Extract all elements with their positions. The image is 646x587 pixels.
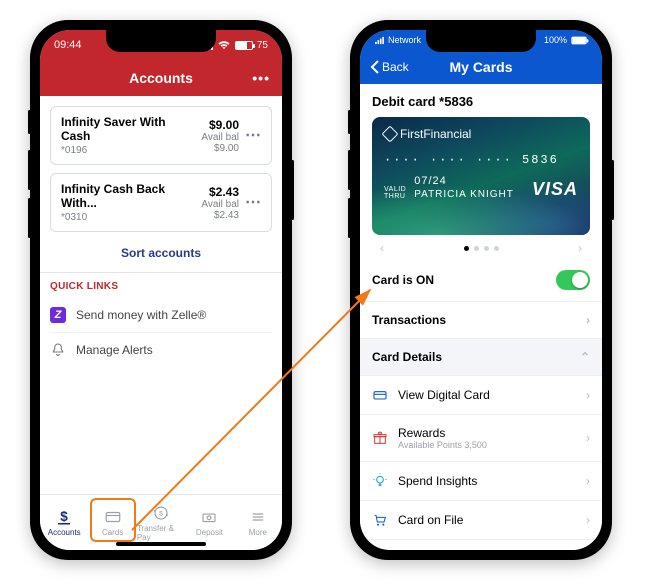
bulb-icon [372, 473, 388, 489]
visa-logo: VISA [532, 179, 578, 200]
transfer-icon: $ [151, 504, 171, 522]
pager-dots [464, 246, 499, 251]
status-time: 09:44 [54, 39, 82, 51]
menu-icon [248, 508, 268, 526]
transactions-row[interactable]: Transactions › [360, 302, 602, 339]
svg-text:$: $ [159, 510, 163, 517]
account-avail: Avail bal $2.43 [185, 199, 239, 221]
quicklink-zelle[interactable]: Z Send money with Zelle® [50, 298, 272, 333]
zelle-icon: Z [50, 307, 66, 323]
card-icon [103, 508, 123, 526]
chevron-right-icon: › [586, 513, 590, 527]
header: Back My Cards [360, 50, 602, 84]
pager-prev[interactable]: ‹ [380, 241, 384, 255]
account-row[interactable]: Infinity Saver With Cash *0196 $9.00 Ava… [50, 106, 272, 165]
tab-more[interactable]: More [234, 495, 282, 550]
signal-icon [375, 36, 384, 43]
quicklink-label: Manage Alerts [76, 343, 153, 357]
quick-links-title: QUICK LINKS [50, 281, 272, 292]
wifi-icon [217, 40, 231, 50]
svg-text:$: $ [60, 509, 68, 524]
card-title: Debit card *5836 [360, 84, 602, 117]
more-icon[interactable]: ••• [252, 70, 270, 86]
dollar-icon: $ [54, 508, 74, 526]
toggle-label: Card is ON [372, 273, 434, 287]
back-button[interactable]: Back [370, 60, 409, 74]
card-icon [372, 387, 388, 403]
account-number: *0310 [61, 212, 185, 223]
chevron-left-icon [370, 60, 380, 74]
battery-pct: 75 [257, 40, 268, 51]
chevron-right-icon: › [586, 474, 590, 488]
menu-card-on-file[interactable]: Card on File › [360, 501, 602, 540]
account-number: *0196 [61, 145, 183, 156]
carrier-label: Network [388, 35, 421, 45]
menu-rewards[interactable]: Rewards Available Points 3,500 › [360, 415, 602, 462]
card-toggle-row: Card is ON [360, 259, 602, 302]
credit-card[interactable]: FirstFinancial ···· ···· ···· 5836 VALID… [372, 117, 590, 235]
chevron-right-icon: › [586, 388, 590, 402]
quicklink-label: Send money with Zelle® [76, 308, 206, 322]
card-pager: ‹ › [372, 235, 590, 259]
chevron-up-icon: ⌃ [580, 350, 590, 364]
account-avail: Avail bal $9.00 [183, 132, 239, 154]
pager-next[interactable]: › [578, 241, 582, 255]
account-more-icon[interactable]: ⋯ [245, 199, 261, 207]
card-holder: PATRICIA KNIGHT [414, 189, 532, 200]
valid-thru-label: VALIDTHRU [384, 186, 406, 200]
battery-icon [235, 41, 253, 50]
menu-statements[interactable]: Statements › [360, 540, 602, 550]
account-more-icon[interactable]: ⋯ [245, 132, 261, 140]
card-details-section[interactable]: Card Details ⌃ [360, 339, 602, 376]
phone-right: Network 100% Back My Cards Debit card *5… [350, 20, 612, 560]
account-row[interactable]: Infinity Cash Back With... *0310 $2.43 A… [50, 173, 272, 232]
account-name: Infinity Cash Back With... [61, 182, 185, 210]
home-indicator [116, 542, 206, 546]
card-expiry: 07/24 [414, 175, 532, 187]
header: Accounts ••• [40, 60, 282, 96]
account-balance: $2.43 [185, 185, 239, 199]
bell-icon [50, 342, 66, 358]
tab-accounts[interactable]: $ Accounts [40, 495, 88, 550]
card-number: ···· ···· ···· 5836 [372, 141, 590, 167]
account-balance: $9.00 [183, 118, 239, 132]
battery-icon [571, 36, 586, 44]
chevron-right-icon: › [586, 313, 590, 327]
cart-icon [372, 512, 388, 528]
menu-view-digital-card[interactable]: View Digital Card › [360, 376, 602, 415]
gift-icon [372, 430, 388, 446]
header-title: My Cards [449, 59, 512, 75]
chevron-right-icon: › [586, 431, 590, 445]
menu-spend-insights[interactable]: Spend Insights › [360, 462, 602, 501]
header-title: Accounts [129, 70, 193, 86]
brand-icon [382, 126, 399, 143]
sort-accounts-link[interactable]: Sort accounts [50, 240, 272, 272]
quicklink-alerts[interactable]: Manage Alerts [50, 333, 272, 367]
card-on-toggle[interactable] [556, 270, 590, 290]
phone-left: 09:44 75 Accounts ••• Infinity Saver Wit… [30, 20, 292, 560]
account-name: Infinity Saver With Cash [61, 115, 183, 143]
battery-pct: 100% [544, 35, 567, 45]
card-brand: FirstFinancial [400, 127, 471, 141]
deposit-icon [199, 508, 219, 526]
